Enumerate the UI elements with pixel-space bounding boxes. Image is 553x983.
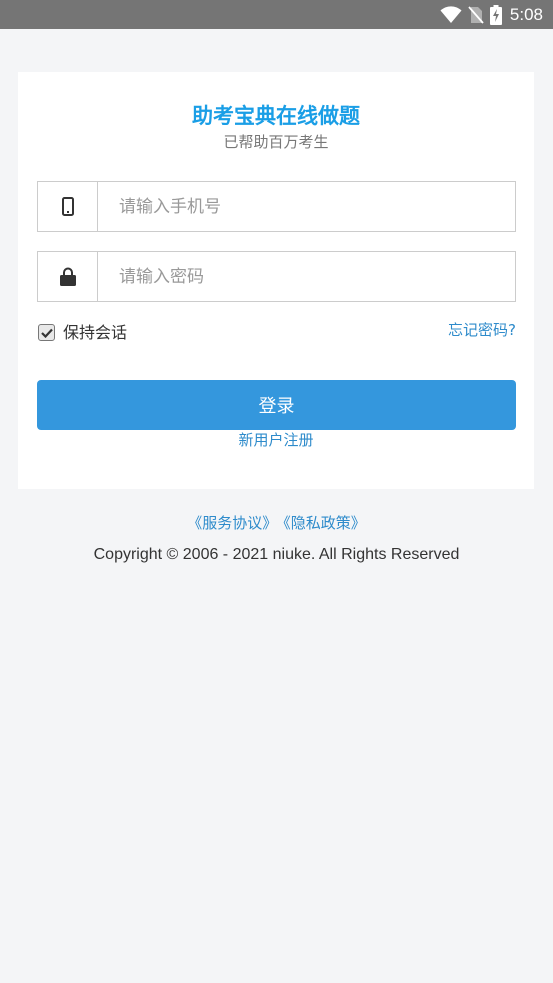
forgot-password-link[interactable]: 忘记密码?: [448, 319, 516, 340]
phone-field: [37, 181, 516, 232]
footer-links: 《服务协议》 《隐私政策》: [0, 512, 553, 533]
lock-icon: [59, 267, 76, 286]
copyright: Copyright © 2006 - 2021 niuke. All Right…: [93, 546, 460, 563]
app-title: 助考宝典在线做题: [192, 104, 360, 128]
password-field-addon: [38, 252, 98, 301]
remember-label: 保持会话: [63, 323, 128, 342]
battery-charging-icon: [489, 4, 502, 25]
password-field: [37, 251, 516, 302]
no-sim-icon: [468, 5, 484, 24]
wifi-icon: [440, 5, 462, 23]
mobile-phone-icon: [61, 197, 74, 216]
login-button[interactable]: 登录: [37, 380, 516, 430]
checkmark-icon: [40, 328, 53, 338]
status-icons: 5:08: [440, 0, 543, 29]
phone-field-addon: [38, 182, 98, 231]
remember-checkbox[interactable]: [38, 324, 55, 341]
status-bar: 5:08: [0, 0, 553, 29]
password-input[interactable]: [98, 252, 515, 301]
phone-input[interactable]: [98, 182, 515, 231]
remember-session[interactable]: 保持会话: [38, 319, 127, 343]
status-time: 5:08: [509, 4, 543, 24]
register-link[interactable]: 新用户注册: [18, 429, 534, 450]
login-card: 助考宝典在线做题 已帮助百万考生 保持会话 忘记密码? 登录 新用户注册: [18, 72, 534, 489]
app-subtitle: 已帮助百万考生: [223, 133, 329, 151]
terms-link[interactable]: 《服务协议》: [187, 514, 277, 532]
privacy-link[interactable]: 《隐私政策》: [283, 514, 366, 532]
